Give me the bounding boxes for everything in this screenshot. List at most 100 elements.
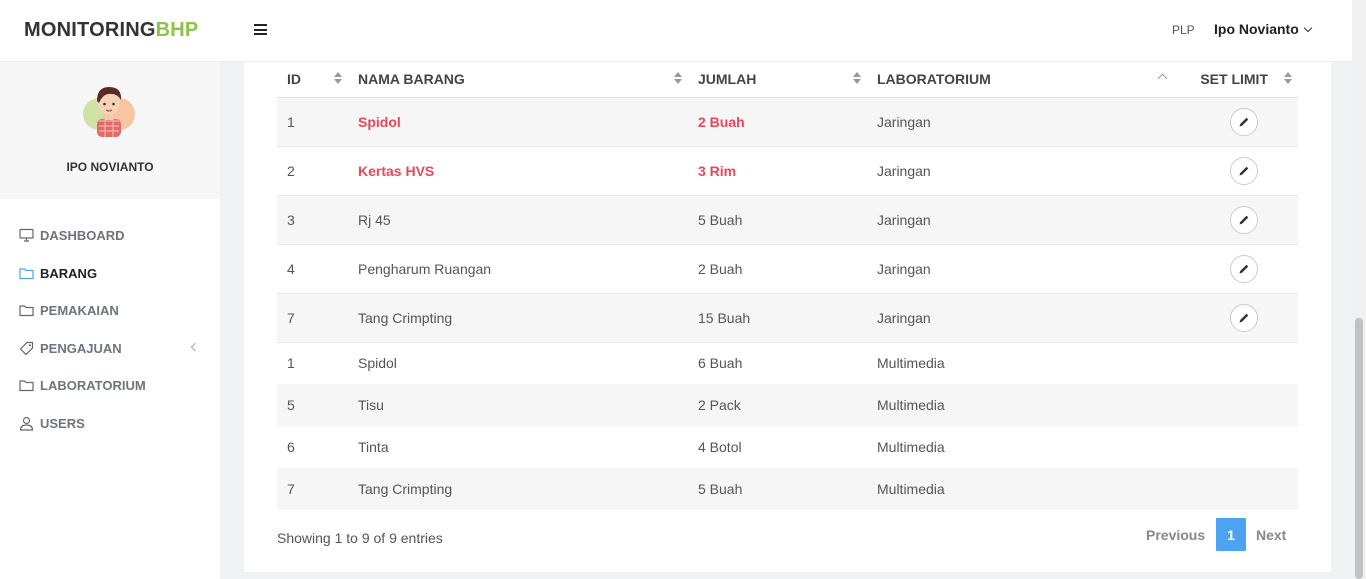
cell-nama-barang: Tang Crimpting bbox=[348, 293, 688, 343]
table-row: 3 Rj 45 5 Buah Jaringan bbox=[277, 195, 1298, 245]
sidebar-item-dashboard[interactable]: DASHBOARD bbox=[18, 225, 202, 245]
column-header-laboratorium[interactable]: LABORATORIUM bbox=[867, 62, 1190, 98]
cell-nama-barang: Pengharum Ruangan bbox=[348, 244, 688, 294]
user-dropdown[interactable]: Ipo Novianto bbox=[1214, 21, 1313, 37]
sidebar-item-barang[interactable]: BARANG bbox=[18, 263, 202, 283]
top-navbar: MONITORINGBHP PLP Ipo Novianto bbox=[0, 0, 1352, 62]
menu-toggle-icon[interactable] bbox=[254, 24, 267, 36]
cell-laboratorium: Jaringan bbox=[867, 97, 1190, 147]
cell-set-limit bbox=[1190, 244, 1298, 294]
folder-icon bbox=[18, 265, 34, 281]
cell-laboratorium: Jaringan bbox=[867, 293, 1190, 343]
cell-jumlah: 15 Buah bbox=[688, 293, 867, 343]
table-row: 2 Kertas HVS 3 Rim Jaringan bbox=[277, 146, 1298, 196]
brand-logo[interactable]: MONITORINGBHP bbox=[24, 19, 198, 42]
header-label: LABORATORIUM bbox=[877, 71, 991, 88]
pagination-next[interactable]: Next bbox=[1256, 518, 1286, 551]
cell-jumlah: 5 Buah bbox=[688, 468, 867, 510]
sidebar-item-users[interactable]: USERS bbox=[18, 413, 202, 433]
pencil-icon bbox=[1239, 215, 1249, 224]
pagination-previous[interactable]: Previous bbox=[1146, 518, 1205, 551]
sort-icon[interactable] bbox=[334, 72, 342, 86]
edit-limit-button[interactable] bbox=[1230, 254, 1258, 283]
user-icon bbox=[18, 415, 34, 431]
profile-panel: IPO NOVIANTO bbox=[0, 62, 220, 199]
cell-jumlah: 5 Buah bbox=[688, 195, 867, 245]
avatar bbox=[83, 87, 135, 137]
cell-jumlah: 4 Botol bbox=[698, 439, 742, 455]
cell-set-limit bbox=[1190, 195, 1298, 245]
table-row: 1 Spidol 6 Buah Multimedia bbox=[277, 342, 1298, 384]
pencil-icon bbox=[1239, 264, 1249, 273]
cell-set-limit bbox=[1190, 97, 1298, 147]
column-header-nama-barang[interactable]: NAMA BARANG bbox=[348, 62, 688, 98]
cell-nama-barang: Tisu bbox=[348, 384, 688, 426]
user-role-label: PLP bbox=[1172, 23, 1195, 37]
brand-text-main: MONITORING bbox=[24, 19, 156, 41]
profile-name: IPO NOVIANTO bbox=[66, 160, 154, 174]
page-scrollbar[interactable] bbox=[1352, 0, 1366, 579]
folder-icon bbox=[18, 302, 34, 318]
cell-laboratorium: Jaringan bbox=[867, 146, 1190, 196]
chevron-down-icon bbox=[1303, 23, 1313, 33]
cell-set-limit bbox=[1190, 384, 1298, 426]
sidebar-item-label: BARANG bbox=[40, 265, 98, 281]
cell-laboratorium: Multimedia bbox=[867, 468, 1190, 510]
column-header-id[interactable]: ID bbox=[277, 62, 348, 98]
header-label: SET LIMIT bbox=[1200, 71, 1268, 88]
monitor-icon bbox=[18, 227, 34, 243]
header-label: ID bbox=[287, 71, 301, 88]
sort-icon[interactable] bbox=[853, 72, 861, 86]
pagination-page-1[interactable]: 1 bbox=[1216, 518, 1246, 551]
scrollbar-thumb[interactable] bbox=[1355, 318, 1363, 579]
cell-nama-barang: Tang Crimpting bbox=[348, 468, 688, 510]
edit-limit-button[interactable] bbox=[1230, 205, 1258, 234]
edit-limit-button[interactable] bbox=[1230, 107, 1258, 136]
cell-jumlah: 3 Rim bbox=[688, 146, 867, 196]
cell-id: 2 bbox=[277, 146, 348, 196]
column-header-set-limit[interactable]: SET LIMIT bbox=[1190, 62, 1298, 98]
sort-ascending-icon[interactable] bbox=[1157, 73, 1168, 84]
table-row: 5 Tisu 2 Pack Multimedia bbox=[277, 384, 1298, 426]
sidebar-item-pemakaian[interactable]: PEMAKAIAN bbox=[18, 300, 202, 320]
cell-id: 1 bbox=[287, 355, 295, 372]
table-info: Showing 1 to 9 of 9 entries bbox=[277, 530, 443, 546]
cell-laboratorium: Multimedia bbox=[877, 355, 945, 372]
header-label: JUMLAH bbox=[698, 71, 757, 88]
cell-nama-barang: Spidol bbox=[358, 355, 397, 372]
user-name: Ipo Novianto bbox=[1214, 21, 1299, 37]
cell-id: 6 bbox=[287, 439, 295, 455]
table-row: 4 Pengharum Ruangan 2 Buah Jaringan bbox=[277, 244, 1298, 294]
sidebar-item-label: PENGAJUAN bbox=[40, 340, 122, 356]
sidebar-item-pengajuan[interactable]: PENGAJUAN bbox=[18, 338, 202, 358]
cell-jumlah: 2 Pack bbox=[688, 384, 867, 426]
cell-laboratorium: Jaringan bbox=[867, 244, 1190, 294]
cell-nama-barang: Rj 45 bbox=[348, 195, 688, 245]
sidebar-item-label: LABORATORIUM bbox=[40, 377, 146, 393]
sort-icon[interactable] bbox=[674, 72, 682, 86]
cell-laboratorium: Jaringan bbox=[867, 195, 1190, 245]
sort-icon[interactable] bbox=[1284, 72, 1292, 86]
sidebar-item-laboratorium[interactable]: LABORATORIUM bbox=[18, 375, 202, 395]
table-row: 6 Tinta 4 Botol Multimedia bbox=[277, 426, 1298, 468]
table-row: 1 Spidol 2 Buah Jaringan bbox=[277, 97, 1298, 147]
cell-jumlah: 6 Buah bbox=[698, 355, 743, 372]
cell-id: 4 bbox=[277, 244, 348, 294]
cell-id: 1 bbox=[277, 97, 348, 147]
pencil-icon bbox=[1239, 117, 1249, 126]
table-row: 7 Tang Crimpting 5 Buah Multimedia bbox=[277, 468, 1298, 510]
cell-set-limit bbox=[1190, 342, 1298, 384]
brand-text-accent: BHP bbox=[155, 19, 199, 41]
edit-limit-button[interactable] bbox=[1230, 156, 1258, 185]
cell-id: 3 bbox=[277, 195, 348, 245]
content-card: ID NAMA BARANG JUMLAH LABORATORIUM SET L… bbox=[244, 62, 1331, 572]
chevron-left-icon bbox=[190, 342, 200, 352]
cell-nama-barang: Spidol bbox=[348, 97, 688, 147]
cell-set-limit bbox=[1190, 468, 1298, 510]
cell-set-limit bbox=[1190, 426, 1298, 468]
barang-table: ID NAMA BARANG JUMLAH LABORATORIUM SET L… bbox=[277, 62, 1298, 510]
sidebar-item-label: DASHBOARD bbox=[40, 227, 125, 243]
edit-limit-button[interactable] bbox=[1230, 303, 1258, 332]
sidebar-item-label: USERS bbox=[40, 415, 85, 431]
column-header-jumlah[interactable]: JUMLAH bbox=[688, 62, 867, 98]
